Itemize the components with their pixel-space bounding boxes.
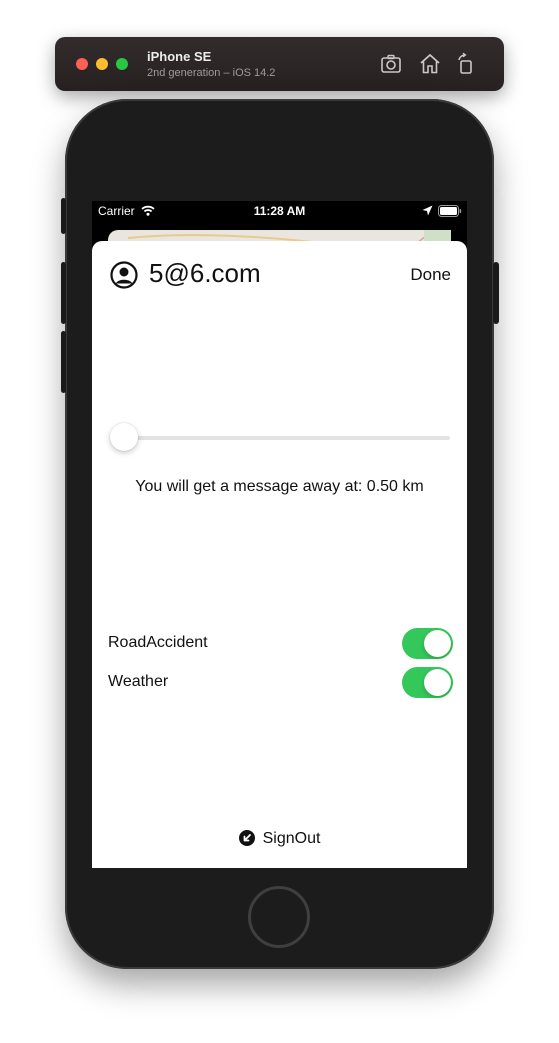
- device-name: iPhone SE: [147, 49, 212, 64]
- signout-button[interactable]: SignOut: [92, 830, 467, 848]
- toggle-knob: [424, 630, 451, 657]
- volume-down-button[interactable]: [61, 331, 66, 393]
- road-accident-label: RoadAccident: [108, 634, 208, 651]
- battery-icon: [438, 205, 462, 217]
- screenshot-icon[interactable]: [379, 52, 403, 76]
- power-button[interactable]: [493, 262, 499, 324]
- distance-slider-track[interactable]: [110, 436, 450, 440]
- settings-sheet: 5@6.com Done You will get a message away…: [92, 241, 467, 868]
- mute-switch[interactable]: [61, 198, 66, 234]
- volume-up-button[interactable]: [61, 262, 66, 324]
- status-time: 11:28 AM: [253, 204, 306, 218]
- done-button[interactable]: Done: [410, 265, 451, 285]
- device-screen: Carrier 11:28 AM 5@6.com Done You will g…: [92, 201, 467, 868]
- weather-label: Weather: [108, 673, 169, 690]
- weather-toggle[interactable]: [402, 667, 453, 698]
- distance-slider-thumb[interactable]: [110, 423, 138, 451]
- signout-arrow-icon: [238, 830, 255, 846]
- zoom-window-button[interactable]: [116, 58, 128, 70]
- status-bar: Carrier 11:28 AM: [92, 201, 467, 221]
- minimize-window-button[interactable]: [96, 58, 108, 70]
- device-detail: 2nd generation – iOS 14.2: [147, 67, 276, 79]
- user-email: 5@6.com: [149, 258, 261, 288]
- home-button[interactable]: [248, 886, 310, 948]
- toggle-knob: [424, 669, 451, 696]
- distance-caption: You will get a message away at: 0.50 km: [135, 478, 424, 495]
- close-window-button[interactable]: [76, 58, 88, 70]
- simulator-title-bar: iPhone SE 2nd generation – iOS 14.2: [55, 37, 504, 91]
- user-circle-icon: [110, 261, 138, 289]
- rotate-icon[interactable]: [454, 52, 478, 76]
- location-arrow-icon: [422, 205, 433, 216]
- road-accident-toggle[interactable]: [402, 628, 453, 659]
- signout-label: SignOut: [262, 830, 321, 847]
- home-icon[interactable]: [418, 52, 442, 76]
